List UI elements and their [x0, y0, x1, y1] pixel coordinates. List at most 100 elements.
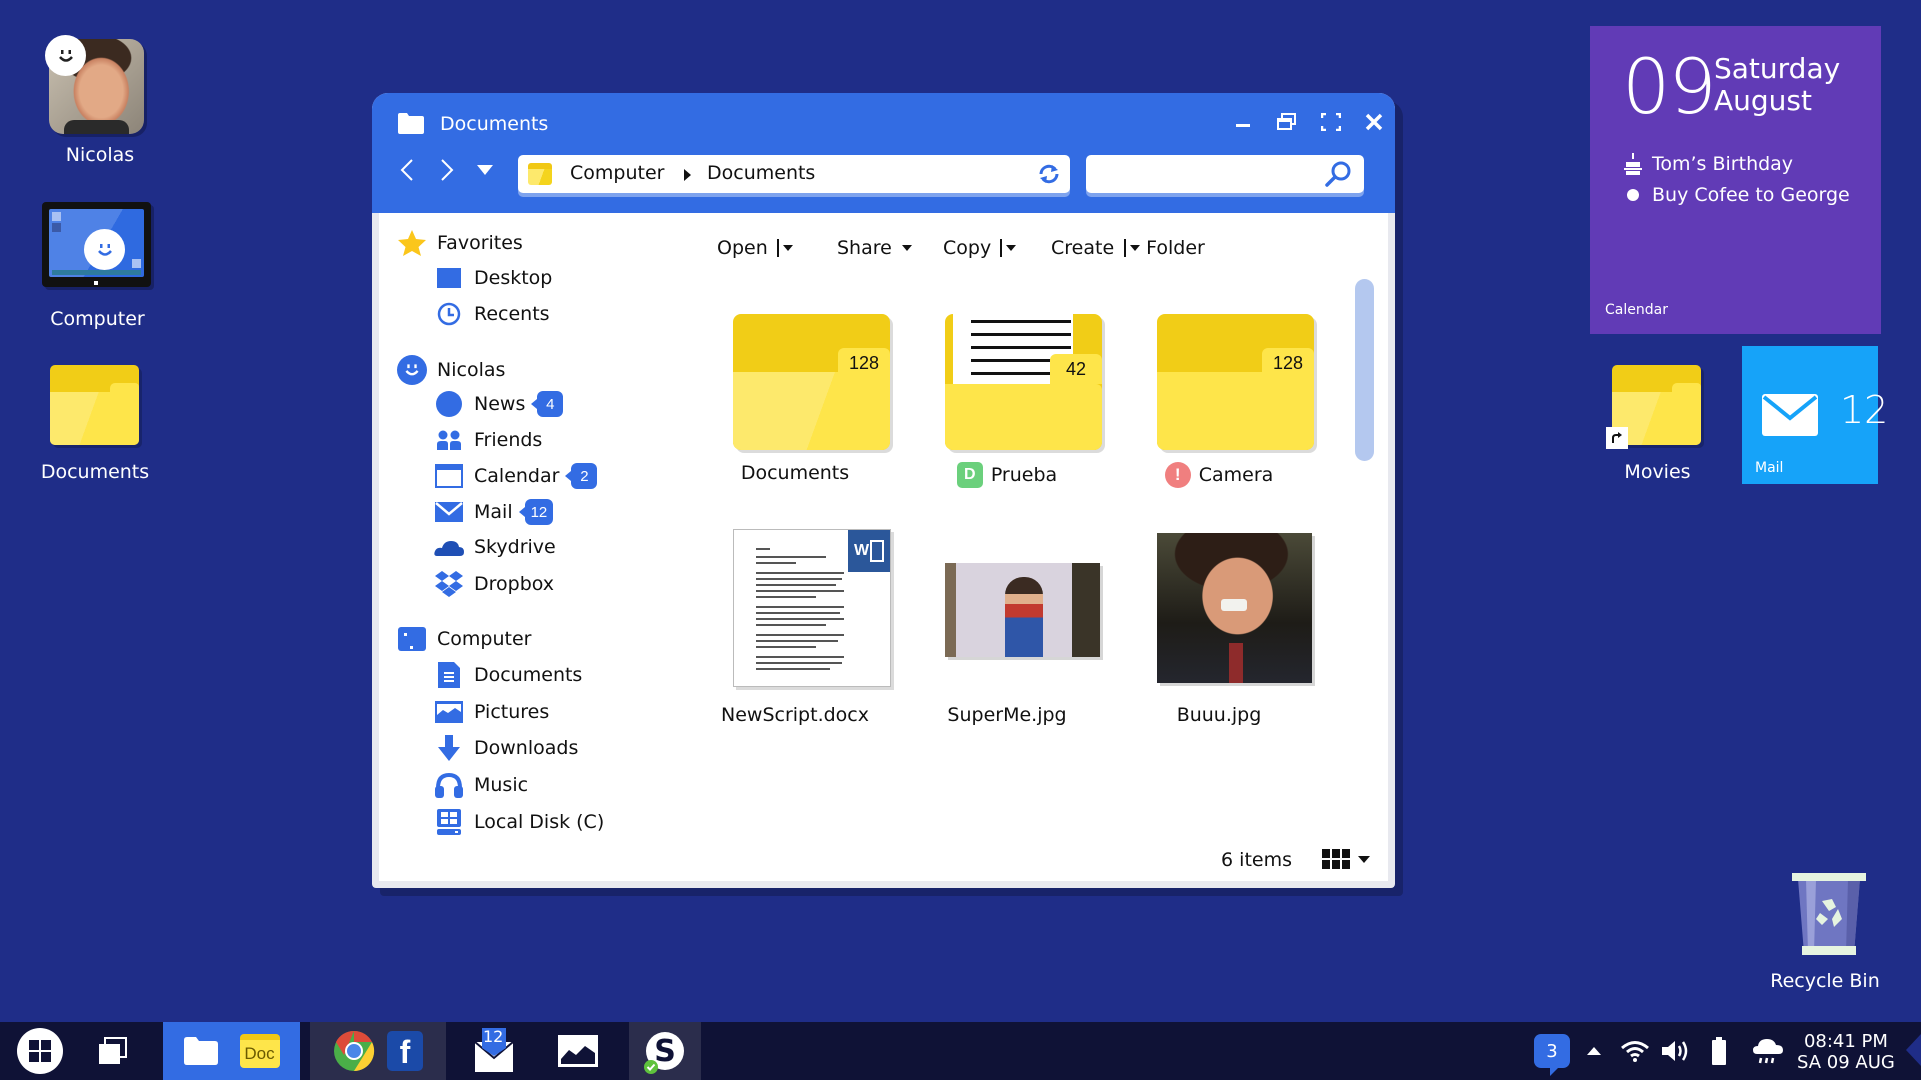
sidebar-group-favorites[interactable]: Favorites [397, 228, 523, 258]
text-line [756, 578, 842, 580]
wifi-button[interactable] [1618, 1022, 1652, 1080]
text-line [756, 624, 826, 626]
desktop-icon [434, 264, 464, 292]
history-dropdown-button[interactable] [470, 155, 500, 185]
share-button[interactable]: Share [837, 237, 912, 259]
sidebar-item-pictures[interactable]: Pictures [434, 697, 549, 727]
search-box[interactable] [1086, 155, 1364, 193]
text-line [756, 590, 844, 592]
sidebar-item-skydrive[interactable]: Skydrive [434, 532, 556, 562]
caret-down-icon [477, 165, 493, 175]
sidebar-item-music[interactable]: Music [434, 770, 528, 800]
taskbar-side-handle[interactable] [1906, 1034, 1921, 1066]
desktop-icon-label: Computer [50, 308, 145, 330]
desktop-icon-movies[interactable]: Movies [1595, 360, 1720, 490]
copy-button[interactable]: Copy [943, 237, 1017, 259]
notification-badge: 3 [1534, 1034, 1570, 1076]
item-count-status: 6 items [1221, 849, 1292, 871]
desktop-icon-label: Nicolas [65, 144, 135, 166]
text-line [756, 562, 796, 564]
volume-button[interactable] [1660, 1022, 1694, 1080]
chrome-icon [334, 1030, 375, 1072]
file-item-camera[interactable]: 128 ! Camera [1119, 314, 1319, 504]
text-line [756, 556, 826, 558]
view-mode-button[interactable] [1322, 849, 1370, 869]
search-icon[interactable] [1324, 160, 1352, 188]
sidebar-item-desktop[interactable]: Desktop [434, 263, 552, 293]
desktop-icon-recycle-bin[interactable]: Recycle Bin [1760, 865, 1890, 995]
text-line [756, 618, 844, 620]
file-item-newscript[interactable]: W NewScript.docx [695, 529, 895, 729]
news-count-badge: 4 [531, 391, 564, 417]
fullscreen-button[interactable] [1318, 109, 1344, 135]
taskbar: Doc f 12 S 3 08:41 PM SA 09 AUG [0, 1022, 1921, 1080]
sidebar-group-computer[interactable]: Computer [397, 624, 531, 654]
clock[interactable]: 08:41 PM SA 09 AUG [1797, 1031, 1895, 1073]
sidebar-item-calendar[interactable]: Calendar 2 [434, 461, 598, 491]
desktop-icon-nicolas[interactable]: Nicolas [30, 30, 170, 170]
start-button[interactable] [12, 1022, 68, 1080]
caret-down-icon [1006, 245, 1017, 251]
photos-icon [558, 1035, 598, 1067]
sidebar-item-friends[interactable]: Friends [434, 425, 542, 455]
taskbar-group-web[interactable]: f [310, 1022, 446, 1080]
rain-cloud-icon [1753, 1039, 1783, 1064]
text-line [756, 668, 830, 670]
file-item-buuu[interactable]: Buuu.jpg [1119, 529, 1319, 729]
sidebar-item-recents[interactable]: Recents [434, 299, 550, 329]
chevron-left-icon [400, 159, 413, 181]
star-icon [397, 229, 427, 257]
caret-up-icon [1587, 1047, 1601, 1055]
desktop-icon-documents[interactable]: Documents [0, 360, 190, 490]
file-item-prueba[interactable]: 42 D Prueba [907, 314, 1107, 504]
refresh-icon[interactable] [1036, 161, 1062, 187]
breadcrumb-computer[interactable]: Computer [570, 162, 664, 184]
breadcrumb-documents[interactable]: Documents [707, 162, 815, 184]
vertical-scrollbar[interactable] [1355, 279, 1374, 461]
folder-icon [398, 113, 424, 134]
taskbar-photos[interactable] [550, 1022, 606, 1080]
task-view-button[interactable] [88, 1022, 138, 1080]
taskbar-mail[interactable]: 12 [466, 1022, 522, 1080]
battery-icon [1712, 1037, 1726, 1065]
search-input[interactable] [1096, 161, 1316, 187]
show-hidden-icons-button[interactable] [1582, 1022, 1606, 1080]
sidebar-item-mail[interactable]: Mail 12 [434, 497, 554, 527]
file-item-documents[interactable]: 128 Documents [695, 314, 895, 504]
close-icon [1365, 113, 1383, 131]
desktop-icon-computer[interactable]: Computer [0, 195, 195, 335]
calendar-day: 09 [1622, 42, 1717, 131]
doc-folder-icon: Doc [239, 1034, 280, 1068]
create-folder-button[interactable]: Create Folder [1051, 237, 1205, 259]
taskbar-skype[interactable]: S [629, 1022, 701, 1080]
calendar-weekday: Saturday [1714, 52, 1841, 85]
restore-icon [1277, 113, 1296, 130]
sidebar-item-dropbox[interactable]: Dropbox [434, 569, 554, 599]
mail-tile[interactable]: 12 Mail [1742, 346, 1888, 484]
forward-button[interactable] [432, 155, 462, 185]
minimize-button[interactable] [1230, 109, 1256, 135]
navigation-sidebar: Favorites Desktop Recents Nicolas News 4 [379, 213, 679, 881]
file-item-superme[interactable]: SuperMe.jpg [907, 529, 1107, 729]
friends-icon [434, 426, 464, 454]
sidebar-group-nicolas[interactable]: Nicolas [397, 355, 505, 385]
address-bar[interactable]: Computer Documents [518, 155, 1070, 193]
calendar-tile[interactable]: 09 Saturday August Tom’s Birthday Buy Co… [1590, 26, 1881, 334]
open-button[interactable]: Open [717, 237, 793, 259]
battery-button[interactable] [1706, 1022, 1732, 1080]
tile-label: Calendar [1605, 302, 1668, 318]
sidebar-item-documents[interactable]: Documents [434, 660, 582, 690]
notifications-button[interactable]: 3 [1533, 1022, 1571, 1080]
sidebar-item-local-disk[interactable]: Local Disk (C) [434, 807, 604, 837]
sidebar-item-news[interactable]: News 4 [434, 389, 564, 419]
restore-button[interactable] [1274, 109, 1300, 135]
sidebar-item-downloads[interactable]: Downloads [434, 733, 578, 763]
text-line [756, 572, 844, 574]
back-button[interactable] [392, 155, 422, 185]
weather-button[interactable] [1748, 1022, 1788, 1080]
calendar-event: Tom’s Birthday [1624, 153, 1793, 175]
title-bar[interactable]: Documents Computer Documents [372, 93, 1395, 213]
volume-icon [1662, 1041, 1688, 1061]
close-button[interactable] [1361, 109, 1387, 135]
taskbar-group-explorer[interactable]: Doc [163, 1022, 300, 1080]
